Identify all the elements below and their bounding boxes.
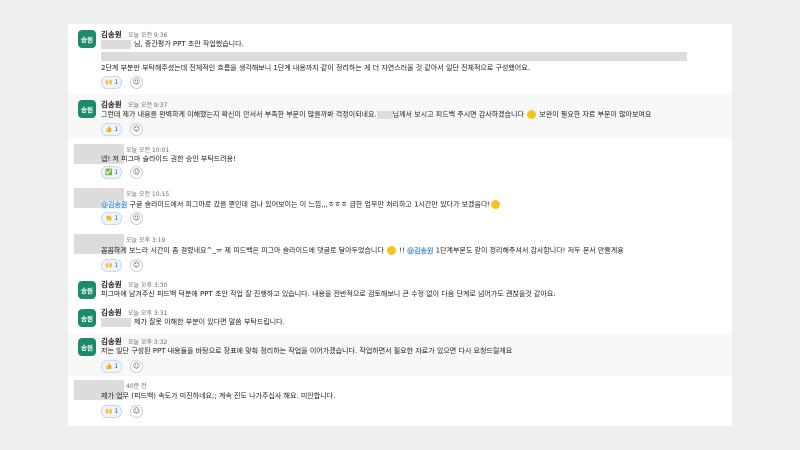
message-item: 40분 전 제가 업무 (피드백) 속도가 미진하네요;; 계속 진도 나가주십… [68,378,732,424]
timestamp[interactable]: 40분 전 [126,381,147,390]
add-reaction-icon[interactable]: ☺ [130,123,143,136]
mention-link[interactable]: @김송원 [407,246,434,255]
message-text: @김송원 구글 슬라이드에서 피그마로 갔을 뿐인데 겁나 있어보이는 이 느낌… [101,200,501,210]
message-item: 송원 김송원 오늘 오전 9:37 그런데 제가 내용을 완벽하게 이해했는지 … [68,94,732,138]
message-text: 넵! 저 피그마 슬라이드 권한 승인 부탁드려용! [101,155,236,163]
reaction-button[interactable]: ✅ 1 [101,166,123,179]
add-reaction-icon[interactable]: ☺ [130,166,143,179]
reaction-button[interactable]: 👏 1 [101,212,123,225]
mention-link[interactable]: @김송원 [101,200,128,209]
message-text: 피그마에 남겨주신 피드백 덕분에 PPT 초안 작업 잘 진행하고 있습니다.… [101,290,556,298]
author-name[interactable]: 김송원 [101,307,122,318]
message-text: 님, 중간평가 PPT 초안 작업했습니다. [134,40,244,48]
message-item: 송원 김송원 오늘 오후 3:30 피그마에 남겨주신 피드백 덕분에 PPT … [68,278,732,304]
author-name[interactable]: 김송원 [101,99,122,110]
avatar[interactable]: 송원 [78,281,96,299]
add-reaction-icon[interactable]: ☺ [130,212,143,225]
timestamp[interactable]: 오늘 오전 9:37 [128,100,167,109]
message-item: 송원 김송원 오늘 오후 3:32 저는 일단 구성된 PPT 내용들을 바탕으… [68,334,732,376]
message-text: 그런데 제가 내용을 완벽하게 이해했는지 확신이 안서서 부족한 부분이 많을… [101,110,652,119]
add-reaction-icon[interactable]: ☺ [130,76,143,89]
add-reaction-icon[interactable]: ☺ [130,360,143,373]
message-item: 오늘 오전 10:15 @김송원 구글 슬라이드에서 피그마로 갔을 뿐인데 겁… [68,186,732,228]
reaction-button[interactable]: 👍 1 [101,123,123,136]
timestamp[interactable]: 오늘 오후 3:32 [128,337,167,346]
avatar[interactable]: 송원 [78,100,96,118]
message-text: 2단계 부분만 부탁해주셨는데 전체적인 흐름을 생각해보니 1단계 내용까지 … [101,64,530,72]
avatar[interactable]: 송원 [78,30,96,48]
message-item: 오늘 오전 10:01 넵! 저 피그마 슬라이드 권한 승인 부탁드려용! ✅… [68,140,732,180]
redacted-name [101,40,131,49]
message-text: 꼼꼼하게 보느라 시간이 좀 걸렸네요^_ㅠ 제 피드백은 피그마 슬라이드에 … [101,246,624,255]
reaction-button[interactable]: 🙌 1 [101,405,123,418]
reaction-button[interactable]: 🙌 1 [101,259,123,272]
avatar[interactable]: 송원 [78,309,96,327]
redacted-block [101,52,687,61]
smile-emoji-icon [527,110,537,119]
message-item: 오늘 오후 3:19 꼼꼼하게 보느라 시간이 좀 걸렸네요^_ㅠ 제 피드백은… [68,232,732,274]
message-text: 제가 잘못 이해한 부분이 있다면 말씀 부탁드립니다. [134,318,285,326]
author-name[interactable]: 김송원 [101,336,122,347]
author-name[interactable]: 김송원 [101,29,122,40]
avatar[interactable]: 송원 [78,338,96,356]
author-name[interactable]: 김송원 [101,279,122,290]
timestamp[interactable]: 오늘 오전 10:01 [126,145,169,154]
add-reaction-icon[interactable]: ☺ [130,259,143,272]
message-text: 제가 업무 (피드백) 속도가 미진하네요;; 계속 진도 나가주십사 해요. … [101,392,336,400]
reaction-button[interactable]: 🙌 1 [101,76,123,89]
timestamp[interactable]: 오늘 오전 10:15 [126,189,169,198]
sweat-emoji-icon [491,200,501,209]
message-item: 송원 김송원 오늘 오후 3:31 제가 잘못 이해한 부분이 있다면 말씀 부… [68,306,732,332]
smile-emoji-icon [387,246,397,255]
message-list: 송원 김송원 오늘 오전 9:36 님, 중간평가 PPT 초안 작업했습니다.… [68,24,732,426]
message-item: 송원 김송원 오늘 오전 9:36 님, 중간평가 PPT 초안 작업했습니다.… [68,24,732,89]
reaction-button[interactable]: 👍 1 [101,360,123,373]
add-reaction-icon[interactable]: ☺ [130,405,143,418]
timestamp[interactable]: 오늘 오전 9:36 [128,30,167,39]
timestamp[interactable]: 오늘 오후 3:19 [126,235,165,244]
redacted-name [101,318,131,327]
timestamp[interactable]: 오늘 오후 3:31 [128,308,167,317]
message-text: 저는 일단 구성된 PPT 내용들을 바탕으로 장표에 맞춰 정리하는 작업을 … [101,347,513,355]
timestamp[interactable]: 오늘 오후 3:30 [128,280,167,289]
